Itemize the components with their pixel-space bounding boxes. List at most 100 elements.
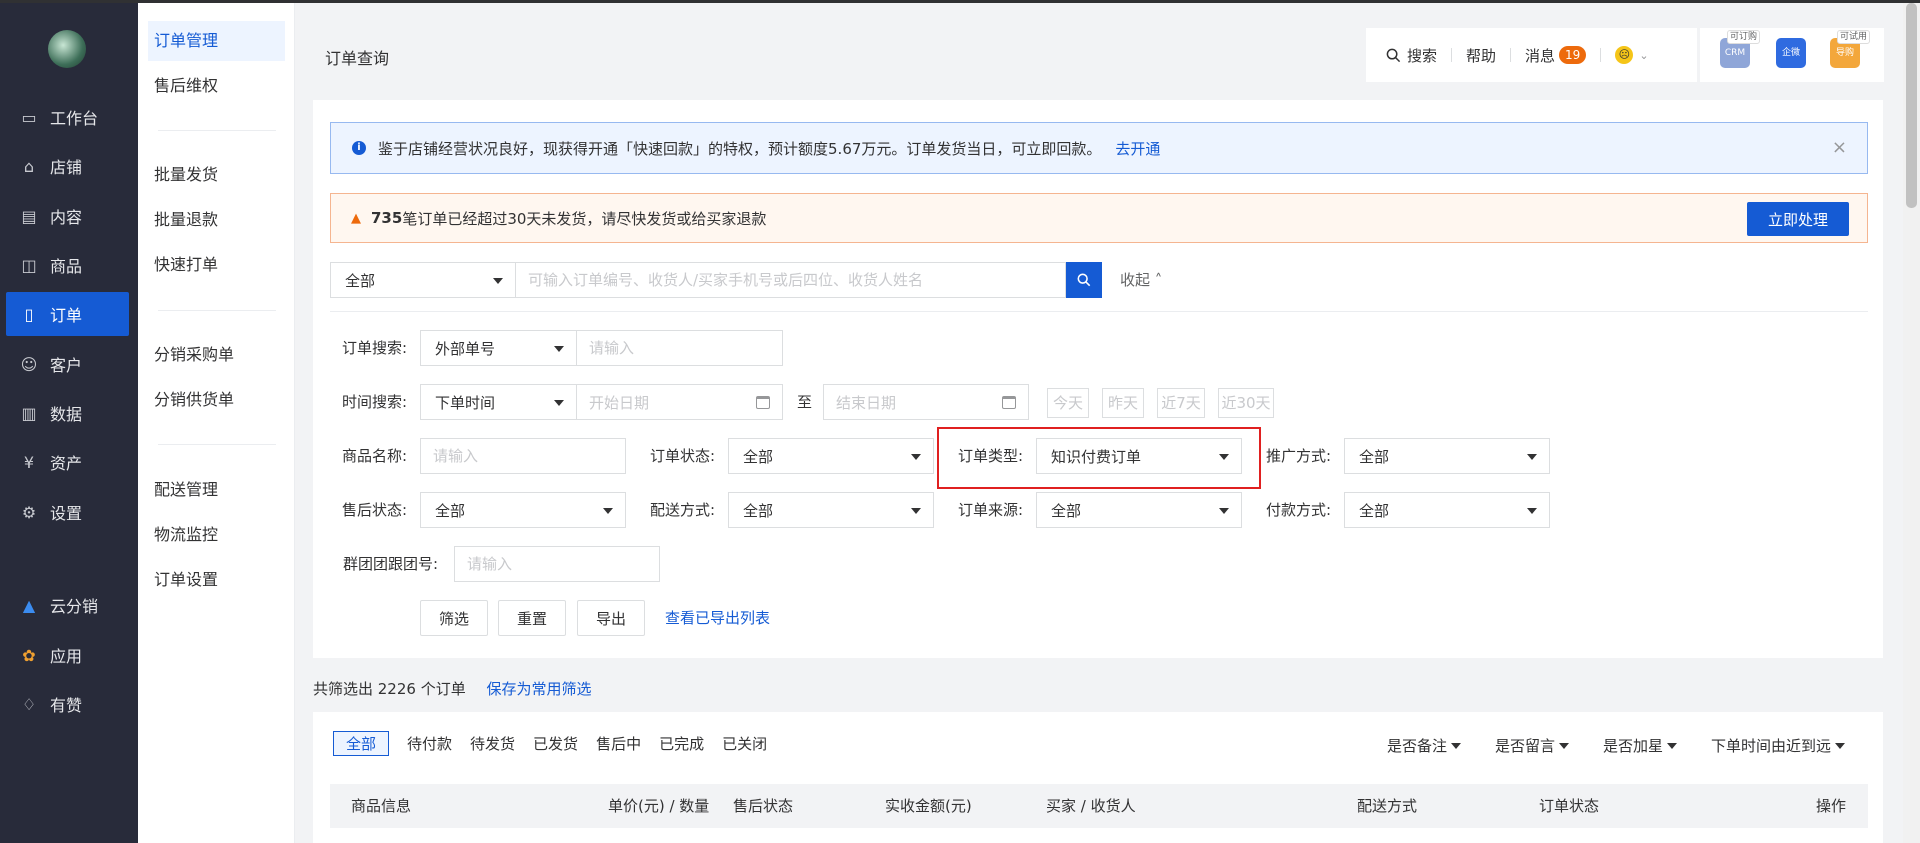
promotion-select[interactable]: 全部 — [1344, 438, 1550, 474]
handle-now-button[interactable]: 立即处理 — [1747, 202, 1849, 236]
nav-item-customer[interactable]: ☺ 客户 — [6, 342, 129, 386]
reset-button[interactable]: 重置 — [498, 600, 566, 636]
date-today-button[interactable]: 今天 — [1047, 388, 1089, 418]
save-filter-link[interactable]: 保存为常用筛选 — [487, 680, 592, 698]
has-message-filter[interactable]: 是否留言 — [1495, 735, 1569, 756]
thumb-up-icon: ♢ — [21, 694, 37, 714]
caret-down-icon — [1527, 454, 1537, 460]
nav-item-youzan[interactable]: ♢ 有赞 — [6, 682, 129, 726]
quick-search-button[interactable] — [1066, 262, 1102, 298]
delivery-method-value: 全部 — [743, 501, 774, 520]
submenu-divider — [158, 444, 276, 445]
tab-pending-shipment[interactable]: 待发货 — [470, 733, 515, 754]
user-menu[interactable]: ☹ ⌄ — [1615, 46, 1649, 64]
crm-app-icon[interactable]: CRM 可订购 — [1720, 30, 1760, 68]
is-starred-filter[interactable]: 是否加星 — [1603, 735, 1677, 756]
nav-item-assets[interactable]: ¥ 资产 — [6, 440, 129, 484]
submenu-logistics-monitor[interactable]: 物流监控 — [148, 515, 285, 555]
promotion-value: 全部 — [1359, 447, 1390, 466]
nav-label: 设置 — [50, 504, 83, 523]
col-order-status: 订单状态 — [1539, 797, 1600, 815]
end-date-input[interactable]: 结束日期 — [823, 384, 1029, 420]
user-avatar-icon: ☹ — [1615, 46, 1634, 64]
search-button[interactable]: 搜索 — [1386, 45, 1437, 66]
tab-after-sale[interactable]: 售后中 — [596, 733, 641, 754]
has-remark-filter[interactable]: 是否备注 — [1387, 735, 1461, 756]
submenu-delivery-management[interactable]: 配送管理 — [148, 470, 285, 510]
product-name-input[interactable] — [420, 438, 626, 474]
filter-label: 是否备注 — [1386, 737, 1447, 755]
quick-search-bar: 全部 收起 ˄ — [330, 262, 1162, 298]
info-icon: i — [352, 141, 366, 155]
payment-method-select[interactable]: 全部 — [1344, 492, 1550, 528]
search-label: 搜索 — [1407, 46, 1438, 65]
toolbar-divider — [1451, 48, 1453, 62]
submenu-batch-refund[interactable]: 批量退款 — [148, 200, 285, 240]
nav-item-cloud-distribution[interactable]: ▲ 云分销 — [6, 583, 129, 627]
scrollbar-thumb[interactable] — [1906, 3, 1917, 208]
search-scope-select[interactable]: 全部 — [330, 262, 516, 298]
close-icon[interactable]: × — [1832, 137, 1847, 158]
messages-label: 消息 — [1525, 46, 1556, 65]
tab-pending-payment[interactable]: 待付款 — [407, 733, 452, 754]
group-buy-number-input[interactable] — [454, 546, 660, 582]
tab-shipped[interactable]: 已发货 — [533, 733, 578, 754]
date-30days-button[interactable]: 近30天 — [1218, 388, 1274, 418]
filter-label: 是否留言 — [1494, 737, 1555, 755]
date-yesterday-button[interactable]: 昨天 — [1102, 388, 1144, 418]
filter-button[interactable]: 筛选 — [420, 600, 488, 636]
nav-item-store[interactable]: ⌂ 店铺 — [6, 144, 129, 188]
tab-completed[interactable]: 已完成 — [659, 733, 704, 754]
tab-all[interactable]: 全部 — [333, 731, 390, 756]
sort-order-filter[interactable]: 下单时间由近到远 — [1711, 735, 1845, 756]
promotion-label: 推广方式: — [1266, 447, 1332, 465]
col-buyer-receiver: 买家 / 收货人 — [1046, 797, 1136, 815]
order-search-type-select[interactable]: 外部单号 — [420, 330, 577, 366]
submenu-quick-print[interactable]: 快速打单 — [148, 245, 285, 285]
nav-item-content[interactable]: ▤ 内容 — [6, 194, 129, 238]
list-filters: 是否备注 是否留言 是否加星 下单时间由近到远 — [1353, 735, 1845, 756]
delivery-method-select[interactable]: 全部 — [728, 492, 934, 528]
date-7days-button[interactable]: 近7天 — [1157, 388, 1205, 418]
nav-label: 店铺 — [50, 158, 83, 177]
order-source-select[interactable]: 全部 — [1036, 492, 1242, 528]
start-date-input[interactable]: 开始日期 — [577, 384, 783, 420]
col-actions: 操作 — [1816, 797, 1847, 815]
guide-app-icon[interactable]: 导购 可试用 — [1830, 30, 1870, 68]
wecom-app-icon[interactable]: 企微 — [1776, 38, 1806, 68]
order-search-input[interactable] — [577, 330, 783, 366]
submenu-after-sales[interactable]: 售后维权 — [148, 66, 285, 106]
messages-button[interactable]: 消息 19 — [1525, 45, 1587, 66]
exported-list-link[interactable]: 查看已导出列表 — [665, 600, 770, 636]
submenu-batch-shipping[interactable]: 批量发货 — [148, 155, 285, 195]
shop-avatar[interactable] — [48, 30, 86, 68]
open-fast-payment-link[interactable]: 去开通 — [1115, 138, 1160, 159]
collapse-filters-button[interactable]: 收起 ˄ — [1120, 262, 1162, 298]
nav-item-goods[interactable]: ◫ 商品 — [6, 243, 129, 287]
time-type-select[interactable]: 下单时间 — [420, 384, 577, 420]
user-icon: ☺ — [20, 354, 38, 374]
submenu-distribution-purchase[interactable]: 分销采购单 — [148, 335, 285, 375]
order-status-select[interactable]: 全部 — [728, 438, 934, 474]
apps-icon: ✿ — [22, 645, 36, 665]
submenu-order-management[interactable]: 订单管理 — [148, 21, 285, 61]
submenu-order-settings[interactable]: 订单设置 — [148, 560, 285, 600]
nav-item-apps[interactable]: ✿ 应用 — [6, 633, 129, 677]
help-button[interactable]: 帮助 — [1466, 45, 1496, 66]
col-price-quantity: 单价(元) / 数量 — [608, 797, 710, 815]
nav-item-settings[interactable]: ⚙ 设置 — [6, 490, 129, 534]
quick-search-input[interactable] — [516, 262, 1066, 298]
nav-item-order[interactable]: ▯ 订单 — [6, 292, 129, 336]
nav-item-data[interactable]: ▥ 数据 — [6, 391, 129, 435]
filter-summary: 共筛选出 2226 个订单 保存为常用筛选 — [313, 678, 592, 699]
submenu-distribution-supply[interactable]: 分销供货单 — [148, 380, 285, 420]
collapse-label: 收起 — [1120, 271, 1151, 289]
page-scrollbar[interactable] — [1903, 3, 1920, 843]
nav-item-workbench[interactable]: ▭ 工作台 — [6, 95, 129, 139]
after-sale-status-select[interactable]: 全部 — [420, 492, 626, 528]
caret-down-icon — [911, 508, 921, 514]
tab-closed[interactable]: 已关闭 — [722, 733, 767, 754]
desktop-icon: ▭ — [21, 107, 37, 127]
export-button[interactable]: 导出 — [577, 600, 645, 636]
chevron-down-icon: ⌄ — [1639, 48, 1649, 62]
